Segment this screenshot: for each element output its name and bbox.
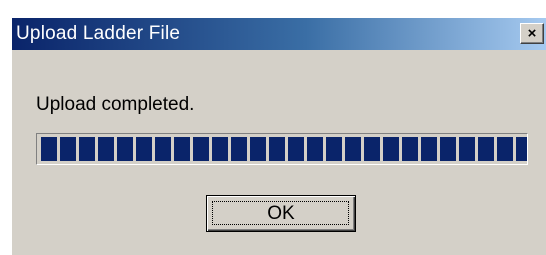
- ok-button[interactable]: OK: [206, 195, 356, 232]
- status-message: Upload completed.: [36, 94, 195, 115]
- ok-button-label: OK: [267, 203, 295, 224]
- progress-fill: [41, 137, 527, 161]
- title-bar[interactable]: Upload Ladder File ×: [12, 18, 546, 50]
- close-button[interactable]: ×: [520, 23, 544, 44]
- progress-track: [41, 137, 527, 161]
- progress-bar: [36, 133, 528, 165]
- upload-dialog: Upload Ladder File × Upload completed. O…: [10, 16, 546, 255]
- window-title: Upload Ladder File: [16, 23, 181, 44]
- close-icon: ×: [527, 25, 537, 42]
